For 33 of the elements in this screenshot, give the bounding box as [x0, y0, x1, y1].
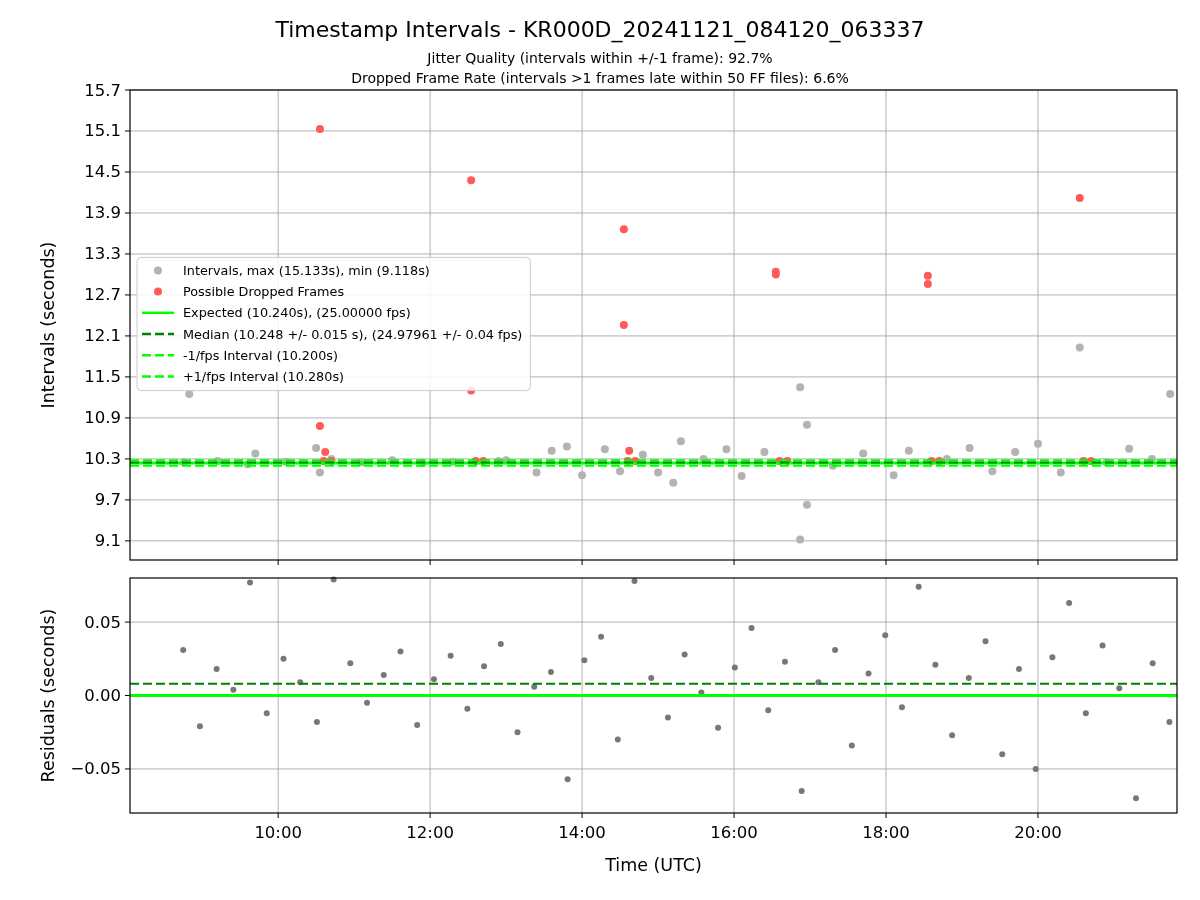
tick-label: 11.5 [84, 367, 121, 387]
tick-label: 13.9 [84, 203, 121, 223]
axis-label: Intervals (seconds) [38, 241, 58, 409]
chart-subtitle: Dropped Frame Rate (intervals >1 frames late within 50 FF files): 6.6% [351, 70, 849, 86]
legend-label: +1/fps Interval (10.280s) [183, 368, 345, 384]
chart-subtitle: Jitter Quality (intervals within +/-1 frame): 92.7% [427, 50, 773, 66]
axis-label: Time (UTC) [605, 855, 702, 875]
tick-label: 14:00 [558, 823, 606, 842]
tick-label: 15.7 [84, 80, 121, 100]
tick-label: 9.1 [94, 531, 121, 551]
legend-label: Intervals, max (15.133s), min (9.118s) [183, 262, 430, 278]
axis-label: Residuals (seconds) [38, 608, 58, 783]
tick-label: 13.3 [84, 244, 121, 264]
tick-label: 10.3 [84, 449, 121, 469]
tick-label: 0.00 [84, 686, 121, 705]
legend-label: Possible Dropped Frames [183, 284, 345, 300]
legend-label: -1/fps Interval (10.200s) [183, 347, 338, 363]
tick-label: 14.5 [84, 162, 121, 182]
tick-label: 18:00 [862, 823, 910, 842]
tick-label: 10.9 [84, 408, 121, 428]
tick-label: 0.05 [84, 612, 121, 632]
tick-label: −0.05 [70, 759, 121, 779]
legend-label: Expected (10.240s), (25.00000 fps) [183, 305, 411, 321]
tick-label: 16:00 [710, 823, 758, 842]
tick-label: 20:00 [1014, 823, 1062, 842]
tick-label: 10:00 [254, 823, 302, 842]
tick-label: 12:00 [406, 823, 454, 842]
tick-label: 12.1 [84, 326, 121, 346]
tick-label: 12.7 [84, 285, 121, 305]
chart-title: Timestamp Intervals - KR000D_20241121_084120_063337 [275, 17, 925, 42]
tick-label: 9.7 [94, 490, 121, 510]
legend-label: Median (10.248 +/- 0.015 s), (24.97961 +/- 0.04 fps) [183, 326, 523, 342]
tick-label: 15.1 [84, 121, 121, 141]
